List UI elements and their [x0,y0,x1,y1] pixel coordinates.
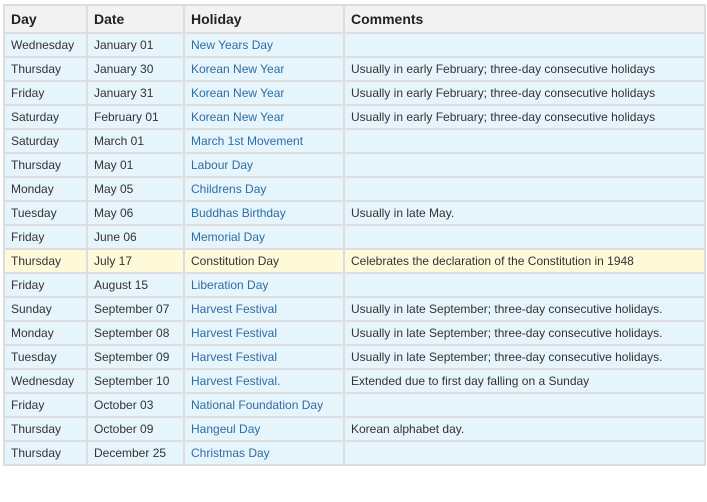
cell-day: Monday [3,176,88,202]
holiday-link[interactable]: Labour Day [183,152,345,178]
cell-date: March 01 [86,128,185,154]
table-row: Wednesday January 01 New Years Day [3,32,706,58]
holiday-link[interactable]: Harvest Festival. [183,368,345,394]
holiday-link[interactable]: March 1st Movement [183,128,345,154]
cell-day: Friday [3,80,88,106]
cell-date: May 06 [86,200,185,226]
table-body: Wednesday January 01 New Years Day Thursday… [3,32,706,466]
cell-date: January 01 [86,32,185,58]
cell-comment [343,224,706,250]
cell-day: Friday [3,392,88,418]
holiday-link[interactable]: Harvest Festival [183,320,345,346]
cell-comment [343,272,706,298]
column-header-comments: Comments [343,4,706,34]
cell-comment [343,440,706,466]
table-row: Saturday February 01 Korean New Year Usuall… [3,104,706,130]
holidays-table: Day Date Holiday Comments Wednesday Janua… [3,4,706,466]
holiday-link[interactable]: Hangeul Day [183,416,345,442]
holiday-link[interactable]: National Foundation Day [183,392,345,418]
cell-comment: Usually in late May. [343,200,706,226]
cell-date: June 06 [86,224,185,250]
table-header: Day Date Holiday Comments [3,4,706,34]
cell-date: January 31 [86,80,185,106]
holiday-link[interactable]: Korean New Year [183,104,345,130]
table-row: Thursday January 30 Korean New Year Usually… [3,56,706,82]
holiday-link[interactable]: Harvest Festival [183,296,345,322]
cell-date: September 08 [86,320,185,346]
cell-day: Friday [3,272,88,298]
cell-date: September 07 [86,296,185,322]
cell-date: May 05 [86,176,185,202]
cell-date: September 09 [86,344,185,370]
table-row: Friday August 15 Liberation Day [3,272,706,298]
holiday-link[interactable]: Memorial Day [183,224,345,250]
cell-comment [343,176,706,202]
cell-comment [343,128,706,154]
table-row: Monday May 05 Childrens Day [3,176,706,202]
holiday-link: Constitution Day [183,248,345,274]
cell-comment: Usually in late September; three-day con… [343,296,706,322]
table-row: Friday October 03 National Foundation Day [3,392,706,418]
cell-date: October 09 [86,416,185,442]
holiday-link[interactable]: Christmas Day [183,440,345,466]
column-header-day: Day [3,4,88,34]
cell-date: August 15 [86,272,185,298]
cell-day: Saturday [3,104,88,130]
cell-comment: Celebrates the declaration of the Consti… [343,248,706,274]
holiday-link[interactable]: New Years Day [183,32,345,58]
cell-day: Monday [3,320,88,346]
cell-date: December 25 [86,440,185,466]
table-row: Tuesday September 09 Harvest Festival Usual… [3,344,706,370]
cell-comment [343,392,706,418]
cell-date: May 01 [86,152,185,178]
cell-day: Thursday [3,56,88,82]
cell-day: Wednesday [3,32,88,58]
cell-day: Thursday [3,248,88,274]
holidays-table-container: Day Date Holiday Comments Wednesday Janua… [3,4,706,466]
holiday-link[interactable]: Childrens Day [183,176,345,202]
cell-date: July 17 [86,248,185,274]
column-header-holiday: Holiday [183,4,345,34]
table-row: Friday January 31 Korean New Year Usually i… [3,80,706,106]
table-row: Sunday September 07 Harvest Festival Usuall… [3,296,706,322]
holiday-link[interactable]: Korean New Year [183,80,345,106]
cell-comment: Extended due to first day falling on a S… [343,368,706,394]
column-header-date: Date [86,4,185,34]
cell-comment: Usually in early February; three-day con… [343,56,706,82]
cell-day: Thursday [3,152,88,178]
cell-comment: Usually in late September; three-day con… [343,320,706,346]
cell-day: Tuesday [3,344,88,370]
table-row: Friday June 06 Memorial Day [3,224,706,250]
cell-day: Thursday [3,416,88,442]
cell-day: Wednesday [3,368,88,394]
cell-day: Friday [3,224,88,250]
holiday-link[interactable]: Korean New Year [183,56,345,82]
holiday-link[interactable]: Buddhas Birthday [183,200,345,226]
cell-comment [343,152,706,178]
header-row: Day Date Holiday Comments [3,4,706,34]
cell-day: Tuesday [3,200,88,226]
cell-comment: Usually in early February; three-day con… [343,104,706,130]
cell-date: February 01 [86,104,185,130]
table-row: Thursday July 17 Constitution Day Celebrate… [3,248,706,274]
cell-day: Thursday [3,440,88,466]
cell-comment: Usually in late September; three-day con… [343,344,706,370]
table-row: Wednesday September 10 Harvest Festival. Ex… [3,368,706,394]
cell-comment: Korean alphabet day. [343,416,706,442]
cell-day: Saturday [3,128,88,154]
cell-comment: Usually in early February; three-day con… [343,80,706,106]
cell-comment [343,32,706,58]
cell-date: October 03 [86,392,185,418]
holiday-link[interactable]: Harvest Festival [183,344,345,370]
holiday-link[interactable]: Liberation Day [183,272,345,298]
table-row: Thursday December 25 Christmas Day [3,440,706,466]
table-row: Thursday May 01 Labour Day [3,152,706,178]
table-row: Saturday March 01 March 1st Movement [3,128,706,154]
table-row: Tuesday May 06 Buddhas Birthday Usually in … [3,200,706,226]
table-row: Thursday October 09 Hangeul Day Korean alph… [3,416,706,442]
table-row: Monday September 08 Harvest Festival Usuall… [3,320,706,346]
cell-date: September 10 [86,368,185,394]
cell-date: January 30 [86,56,185,82]
cell-day: Sunday [3,296,88,322]
